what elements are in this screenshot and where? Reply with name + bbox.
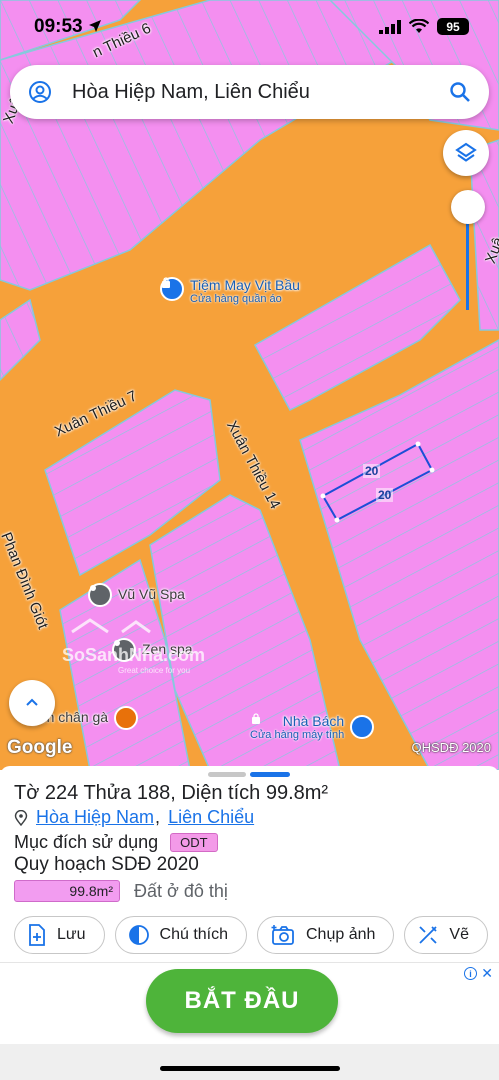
google-logo: Google (7, 737, 73, 758)
poi-category: Cửa hàng quần áo (190, 293, 282, 305)
layers-icon (455, 142, 477, 162)
land-block (0, 298, 41, 382)
restaurant-icon (25, 706, 139, 730)
chevron-up-icon (26, 698, 38, 706)
address-ward-link[interactable]: Hòa Hiệp Nam (36, 807, 154, 828)
plan-title: Quy hoạch SDĐ 2020 (14, 854, 199, 875)
draw-button-label: Vẽ (449, 926, 469, 943)
draw-button[interactable]: Vẽ (404, 916, 488, 954)
watermark-name: SoSanhNha.com (62, 645, 206, 665)
poi-nha-bach[interactable]: Nhà Bách Cửa hàng máy tính (250, 713, 375, 741)
signal-icon (379, 19, 401, 34)
watermark-tagline: Great choice for you (118, 666, 191, 675)
shopping-bag-icon (160, 277, 184, 301)
ad-info-icon[interactable]: i (464, 967, 477, 980)
drag-handle-active[interactable] (250, 772, 290, 777)
legend-button[interactable]: Chú thích (114, 916, 247, 954)
contrast-icon (128, 925, 149, 945)
expand-panel-button[interactable] (9, 680, 55, 726)
status-icons: 95 (379, 18, 469, 35)
poi-tiem-may-vit-bau[interactable]: Tiệm May Vịt Bầu Cửa hàng quần áo (160, 277, 300, 305)
map-credit: QHSDĐ 2020 (411, 740, 491, 755)
search-bar[interactable]: Hòa Hiệp Nam, Liên Chiểu (10, 65, 489, 119)
poi-name: Vũ Vũ Spa (118, 586, 185, 602)
land-usage-row: Mục đích sử dụng ODT (14, 832, 218, 853)
parcel-dimension-label: 20 (363, 464, 381, 478)
ad-close-icon[interactable]: ✕ (481, 965, 493, 982)
shopping-bag-icon (252, 713, 375, 739)
drag-handle[interactable] (208, 772, 246, 777)
search-input[interactable]: Hòa Hiệp Nam, Liên Chiểu (72, 81, 449, 104)
home-indicator[interactable] (160, 1066, 340, 1071)
location-pin-icon (14, 809, 28, 826)
bottom-safe-area (0, 1044, 499, 1080)
poi-vu-vu-spa[interactable]: Vũ Vũ Spa (88, 583, 185, 607)
app-screen: n Thiều 6 Xuân Xuâ Xuân Thiều 7 Xuân Thi… (0, 0, 499, 1080)
poi-name: Tiệm May Vịt Bầu (190, 277, 300, 293)
parcel-dimension-label: 20 (376, 488, 394, 502)
camera-icon (271, 925, 294, 945)
plan-row: 99.8m² Đất ở đô thị (14, 880, 228, 902)
watermark-logo: SoSanhNha.com Great choice for you (62, 618, 205, 675)
ad-start-button[interactable]: BẮT ĐẦU (146, 969, 338, 1033)
location-pin-icon (88, 583, 112, 607)
capture-button[interactable]: Chụp ảnh (257, 916, 395, 954)
action-buttons: Lưu Chú thích Chụp ảnh Vẽ (14, 916, 488, 954)
plan-area-swatch: 99.8m² (14, 880, 120, 902)
status-time-text: 09:53 (34, 16, 83, 37)
usage-label: Mục đích sử dụng (14, 832, 159, 852)
poi-category: Cửa hàng máy tính (250, 729, 345, 741)
save-button-label: Lưu (57, 926, 86, 943)
search-icon[interactable] (449, 81, 471, 103)
plan-land-type: Đất ở đô thị (134, 880, 228, 901)
legend-button-label: Chú thích (159, 926, 228, 943)
address-district-link[interactable]: Liên Chiểu (168, 807, 254, 828)
add-file-icon (29, 924, 45, 946)
wifi-icon (409, 19, 429, 33)
account-icon[interactable] (28, 80, 52, 104)
layers-button[interactable] (443, 130, 489, 176)
opacity-slider-handle[interactable] (451, 190, 485, 224)
parcel-address: Hòa Hiệp Nam, Liên Chiểu (14, 807, 254, 828)
battery-indicator: 95 (437, 18, 469, 35)
usage-code-badge: ODT (170, 833, 218, 852)
parcel-info-panel: Tờ 224 Thửa 188, Diện tích 99.8m² Hòa Hi… (0, 766, 499, 962)
save-button[interactable]: Lưu (14, 916, 105, 954)
address-separator: , (155, 807, 161, 827)
capture-button-label: Chụp ảnh (306, 926, 376, 943)
status-bar: 09:53 95 (0, 0, 499, 56)
poi-name: Nhà Bách (282, 713, 345, 729)
parcel-title: Tờ 224 Thửa 188, Diện tích 99.8m² (14, 782, 329, 804)
location-arrow-icon (88, 20, 101, 32)
draw-icon (419, 926, 438, 944)
ad-banner[interactable]: BẮT ĐẦU i ✕ (0, 962, 499, 1044)
status-time: 09:53 (34, 16, 102, 38)
land-block (299, 339, 499, 770)
